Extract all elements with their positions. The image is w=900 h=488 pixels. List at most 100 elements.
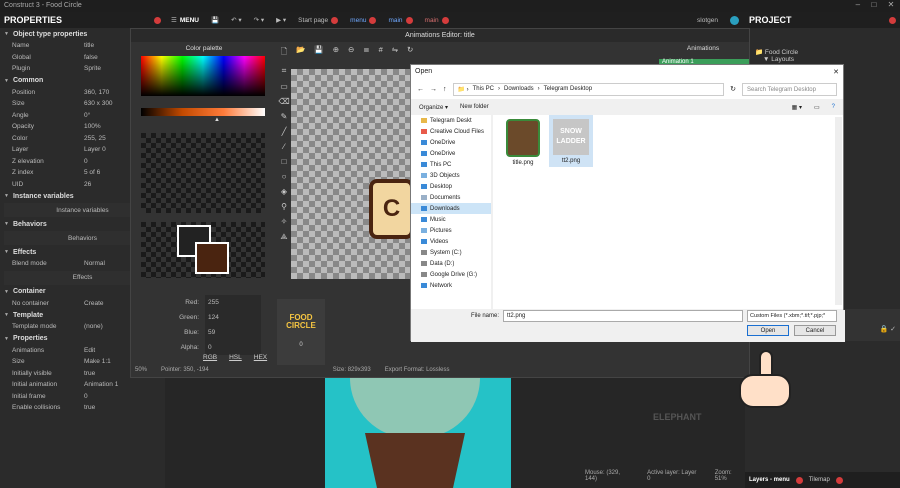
grid-icon[interactable]: # (379, 45, 383, 54)
organize-button[interactable]: Organize ▾ (419, 104, 448, 111)
property-value[interactable]: true (84, 370, 95, 377)
property-value[interactable]: 255, 25 (84, 135, 106, 142)
fill-icon[interactable]: ◈ (281, 187, 287, 196)
tab-close-icon[interactable] (795, 476, 803, 484)
tree-item[interactable]: Google Drive (G:) (411, 269, 491, 280)
frame-thumbnail[interactable]: FOOD CIRCLE 0 (277, 299, 325, 365)
line-icon[interactable]: ∕ (283, 142, 284, 151)
rectangle-icon[interactable]: □ (282, 157, 287, 166)
cancel-button[interactable]: Cancel (794, 325, 836, 336)
picker-icon[interactable]: ⚲ (281, 202, 287, 211)
rotate-icon[interactable]: ↻ (407, 45, 413, 54)
layout-view[interactable]: ELEPHANT Mouse: (329, 144) Active layer:… (165, 378, 745, 488)
tree-item[interactable]: 3D Objects (411, 170, 491, 181)
property-value[interactable]: Edit (84, 347, 95, 354)
property-value[interactable]: 0° (84, 112, 90, 119)
forward-icon[interactable]: → (430, 86, 437, 93)
tab-close-icon[interactable] (835, 476, 843, 484)
property-value[interactable]: false (84, 54, 98, 61)
slider-handle-icon[interactable]: ▲ (214, 117, 220, 123)
shade-slider[interactable] (141, 108, 265, 116)
tree-item[interactable]: OneDrive (411, 148, 491, 159)
project-layouts[interactable]: ▼ Layouts (763, 56, 890, 63)
property-value[interactable]: true (84, 404, 95, 411)
eraser-icon[interactable]: ⌫ (278, 97, 289, 106)
maximize-icon[interactable]: □ (871, 0, 876, 12)
close-icon[interactable]: ✕ (888, 0, 895, 12)
file-icon[interactable]: 🗋 (281, 46, 287, 60)
tree-item[interactable]: Telegram Deskt (411, 115, 491, 126)
property-value[interactable]: Normal (84, 260, 105, 267)
refresh-icon[interactable]: ↻ (730, 85, 736, 93)
polygon-icon[interactable]: ⟁ (280, 232, 287, 242)
layers-icon[interactable]: ≣ (363, 45, 369, 54)
pencil-icon[interactable]: ✎ (281, 112, 288, 121)
tab-menu[interactable]: menu (344, 16, 382, 24)
tab-close-icon[interactable] (405, 16, 413, 24)
tree-item[interactable]: Music (411, 214, 491, 225)
file-item-selected[interactable]: SNOW LADDER tt2.png (549, 115, 593, 167)
property-value[interactable]: 0 (84, 158, 88, 165)
tab-main-2[interactable]: main (419, 16, 455, 24)
zoom-out-icon[interactable]: ⊖ (348, 45, 354, 54)
tab-close-icon[interactable] (441, 16, 449, 24)
folder-icon[interactable]: 📂 (296, 45, 305, 54)
property-value[interactable]: Make 1:1 (84, 358, 111, 365)
rect-select-icon[interactable]: ▭ (280, 82, 288, 91)
dialog-close-icon[interactable]: ✕ (833, 68, 839, 76)
view-icon[interactable]: ▦ ▾ (792, 104, 802, 111)
property-value[interactable]: 5 of 6 (84, 169, 100, 176)
tree-item[interactable]: This PC (411, 159, 491, 170)
avatar[interactable] (724, 15, 745, 25)
tree-item[interactable]: Videos (411, 236, 491, 247)
color-spectrum[interactable] (141, 56, 265, 96)
help-icon[interactable]: ? (832, 104, 835, 110)
breadcrumb-item[interactable]: This PC (473, 86, 494, 92)
property-value[interactable]: (none) (84, 323, 103, 330)
rgba-input[interactable]: 255 (205, 295, 261, 310)
property-value[interactable]: Create (84, 300, 104, 307)
tree-item[interactable]: Desktop (411, 181, 491, 192)
property-value[interactable]: 360, 170 (84, 89, 109, 96)
tree-item[interactable]: Downloads (411, 203, 491, 214)
breadcrumb-item[interactable]: Telegram Desktop (544, 86, 592, 92)
menu-button[interactable]: ☰ MENU (165, 16, 205, 25)
rgba-input[interactable]: 59 (205, 325, 261, 340)
close-dot-icon[interactable] (154, 16, 161, 24)
color-mode-link[interactable]: RGB (203, 354, 217, 361)
color-mode-link[interactable]: HSL (229, 354, 242, 361)
property-value[interactable]: Layer 0 (84, 146, 106, 153)
image-canvas[interactable]: C (291, 69, 414, 279)
property-value[interactable]: Animation 1 (84, 381, 118, 388)
tree-item[interactable]: OneDrive (411, 137, 491, 148)
crop-icon[interactable]: ⌗ (282, 66, 287, 76)
property-value[interactable]: 0 (84, 393, 88, 400)
rgba-input[interactable]: 0 (205, 340, 261, 355)
tree-item[interactable]: Pictures (411, 225, 491, 236)
user-name[interactable]: slotgen (691, 17, 724, 24)
preview-pane-icon[interactable]: ▭ (814, 104, 820, 111)
zoom-in-icon[interactable]: ⊕ (333, 45, 339, 54)
color-mode-link[interactable]: HEX (254, 354, 267, 361)
breadcrumb-item[interactable]: Downloads (504, 86, 534, 92)
file-name-input[interactable]: tt2.png (503, 310, 743, 322)
file-type-select[interactable]: Custom Files (*.xbm;*.tif;*.pjp;* (747, 310, 837, 322)
save-icon[interactable]: 💾 (314, 45, 323, 54)
tab-close-icon[interactable] (369, 16, 377, 24)
tree-item[interactable]: Creative Cloud Files (411, 126, 491, 137)
tab-main[interactable]: main (382, 16, 418, 24)
save-icon[interactable]: 💾 (205, 16, 225, 24)
tab-layers-menu[interactable]: Layers - menu (749, 477, 790, 483)
file-item[interactable]: title.png (503, 119, 543, 166)
search-input[interactable]: Search Telegram Desktop (742, 82, 837, 96)
new-folder-button[interactable]: New folder (460, 104, 489, 110)
property-value[interactable]: 630 x 300 (84, 100, 113, 107)
property-value[interactable]: 26 (84, 181, 91, 188)
property-value[interactable]: Sprite (84, 65, 101, 72)
property-value[interactable]: 100% (84, 123, 101, 130)
flip-icon[interactable]: ⇋ (392, 45, 398, 54)
tree-item[interactable]: Data (D:) (411, 258, 491, 269)
property-value[interactable]: title (84, 42, 94, 49)
back-icon[interactable]: ← (417, 86, 424, 93)
tree-item[interactable]: Documents (411, 192, 491, 203)
